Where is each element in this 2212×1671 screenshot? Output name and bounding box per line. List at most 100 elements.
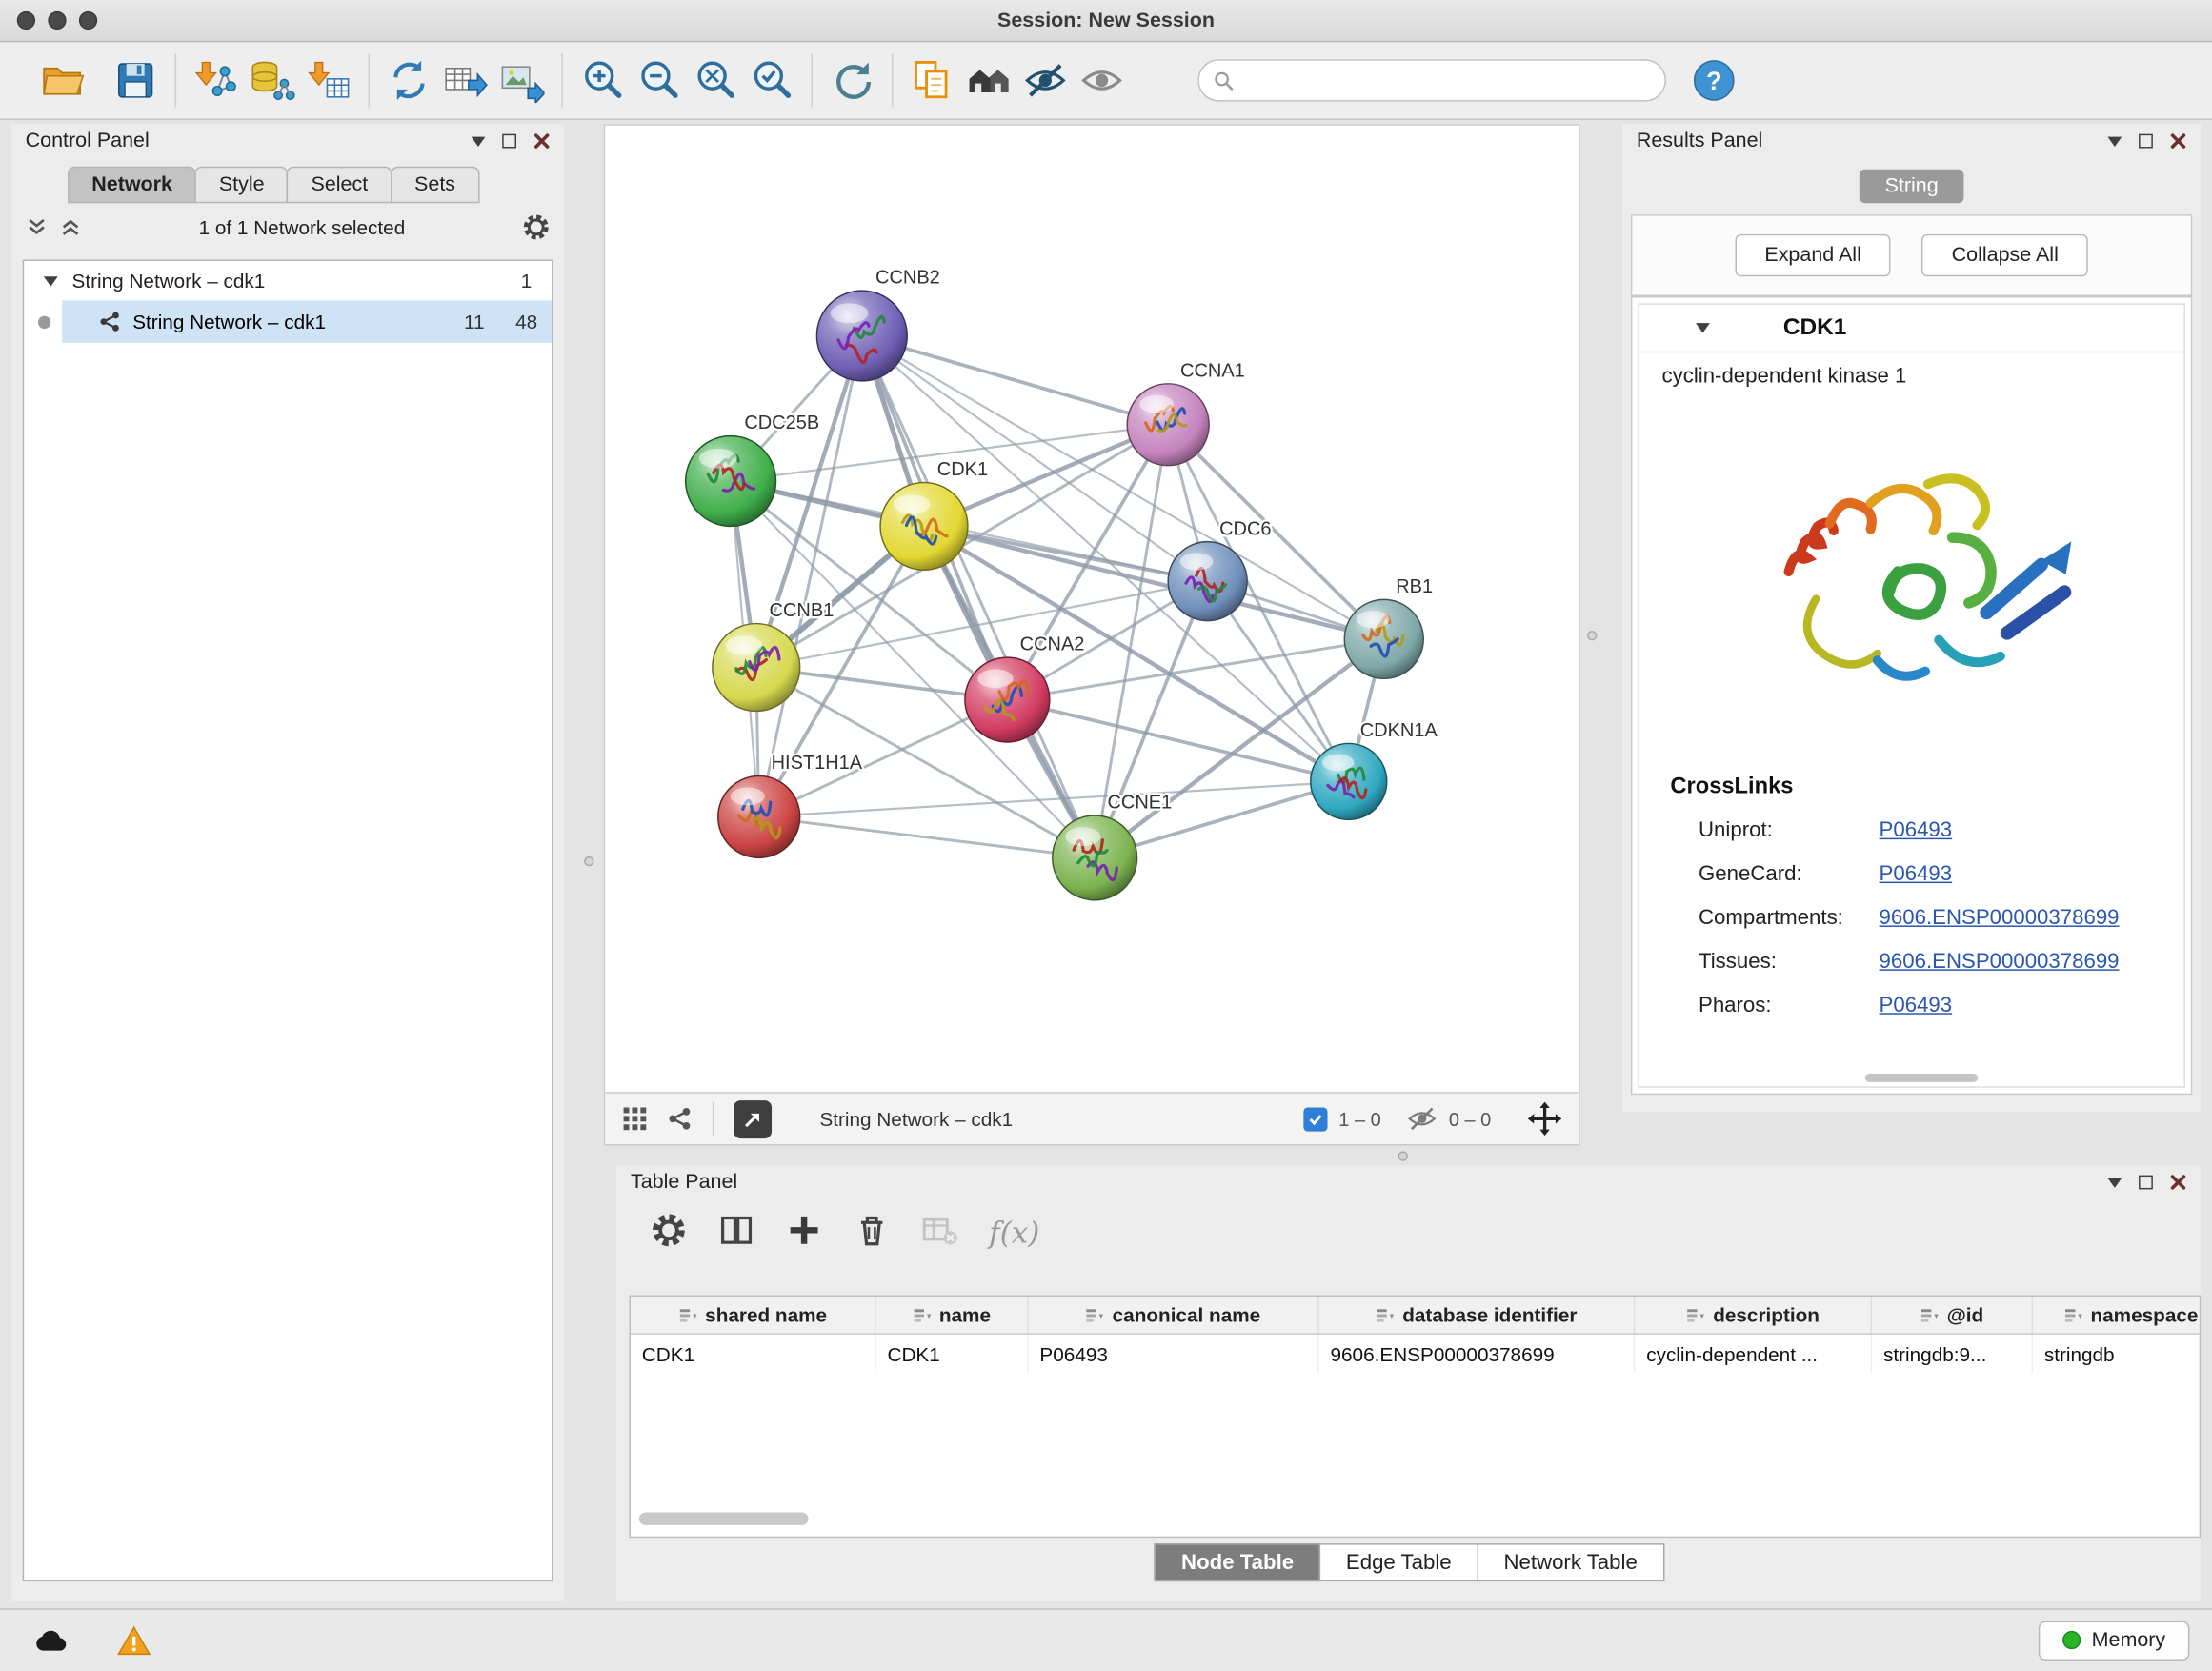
panel-menu-icon[interactable] [2107, 136, 2122, 146]
expand-all-button[interactable]: Expand All [1735, 234, 1891, 276]
import-table-file-button[interactable] [300, 52, 356, 109]
network-collection-row[interactable]: String Network – cdk1 1 [24, 261, 552, 300]
results-panel: Results Panel String Expand All Collapse… [1622, 124, 2201, 1112]
toolbar-separator [812, 53, 813, 107]
column-header[interactable]: name [876, 1297, 1029, 1334]
expand-all-icon[interactable] [59, 216, 82, 239]
pan-crosshair-icon[interactable] [1528, 1102, 1562, 1137]
search-input[interactable] [1243, 70, 1651, 91]
hide-selected-button[interactable] [1017, 52, 1074, 109]
column-header[interactable]: namespace [2033, 1297, 2201, 1334]
collection-expander-icon[interactable] [44, 276, 58, 286]
zoom-selected-button[interactable] [743, 52, 799, 109]
network-options-gear-icon[interactable] [522, 213, 551, 242]
column-header[interactable]: canonical name [1029, 1297, 1319, 1334]
network-glyph-icon[interactable] [667, 1106, 693, 1132]
hidden-eye-slash-icon[interactable] [1406, 1103, 1438, 1135]
crosslink-link[interactable]: 9606.ENSP00000378699 [1880, 950, 2120, 974]
control-panel-tabs: Network Style Select Sets [68, 167, 564, 204]
zoom-fit-button[interactable] [687, 52, 743, 109]
zoom-in-button[interactable] [574, 52, 631, 109]
function-builder-icon[interactable]: f(x) [989, 1217, 1039, 1251]
results-scrollbar[interactable] [1865, 1074, 1978, 1082]
tab-sets[interactable]: Sets [391, 167, 479, 204]
gene-name: CDK1 [1783, 314, 1847, 341]
tab-node-table[interactable]: Node Table [1155, 1543, 1320, 1581]
birds-eye-view-button[interactable] [734, 1099, 772, 1137]
collapse-all-button[interactable]: Collapse All [1922, 234, 2088, 276]
close-panel-icon[interactable] [2170, 1174, 2187, 1191]
bottom-splitter-handle[interactable] [1398, 1151, 1408, 1160]
image-export-icon [499, 58, 544, 103]
toolbar-separator [713, 1102, 714, 1137]
collapse-all-icon[interactable] [26, 216, 49, 239]
tab-network[interactable]: Network [68, 167, 196, 204]
close-panel-icon[interactable] [533, 132, 551, 150]
string-network-icon [99, 311, 122, 333]
float-panel-icon[interactable] [2139, 134, 2153, 149]
save-session-button[interactable] [108, 52, 164, 109]
panel-menu-icon[interactable] [472, 136, 486, 146]
network-node[interactable]: RB1 [1344, 576, 1433, 678]
save-floppy-icon [112, 58, 157, 103]
delete-column-icon[interactable] [854, 1211, 891, 1255]
protein-3d-structure[interactable] [1639, 408, 2184, 749]
refresh-button[interactable] [824, 52, 880, 109]
network-node[interactable]: CCNA1 [1127, 360, 1245, 465]
column-header[interactable]: description [1635, 1297, 1872, 1334]
gene-section-header[interactable]: CDK1 [1639, 305, 2184, 352]
create-column-icon[interactable] [786, 1211, 823, 1255]
network-node[interactable]: CDC6 [1168, 518, 1271, 620]
network-node[interactable]: CDKN1A [1311, 720, 1438, 819]
show-all-button[interactable] [1074, 52, 1130, 109]
home-button[interactable] [960, 52, 1016, 109]
copy-button[interactable] [904, 52, 960, 109]
show-columns-icon[interactable] [718, 1211, 755, 1255]
import-network-file-button[interactable] [188, 52, 244, 109]
memory-button[interactable]: Memory [2038, 1621, 2189, 1660]
import-network-database-button[interactable] [244, 52, 300, 109]
section-expander-icon[interactable] [1696, 323, 1710, 332]
crosslink-link[interactable]: 9606.ENSP00000378699 [1880, 906, 2120, 930]
crosslink-link[interactable]: P06493 [1880, 994, 1953, 1017]
column-header[interactable]: database identifier [1319, 1297, 1636, 1334]
warnings-button[interactable] [105, 1619, 164, 1661]
column-header[interactable]: @id [1872, 1297, 2033, 1334]
network-node[interactable]: CCNB2 [816, 268, 939, 381]
float-panel-icon[interactable] [502, 134, 516, 149]
network-node[interactable]: CDC25B [686, 413, 819, 526]
selected-network-highlight[interactable]: String Network – cdk1 11 48 [62, 300, 552, 342]
help-button[interactable]: ? [1686, 52, 1742, 109]
copy-documents-icon [910, 58, 955, 103]
tab-string[interactable]: String [1860, 170, 1963, 204]
open-session-button[interactable] [34, 52, 90, 109]
column-header[interactable]: shared name [631, 1297, 876, 1334]
zoom-out-button[interactable] [631, 52, 687, 109]
tab-network-table[interactable]: Network Table [1477, 1543, 1664, 1581]
tab-edge-table[interactable]: Edge Table [1319, 1543, 1478, 1581]
tab-style[interactable]: Style [195, 167, 289, 204]
grid-view-icon[interactable] [622, 1106, 648, 1132]
tab-select[interactable]: Select [287, 167, 392, 204]
selected-nodes-checkbox[interactable] [1303, 1107, 1327, 1131]
crosslink-link[interactable]: P06493 [1880, 818, 1953, 842]
close-panel-icon[interactable] [2170, 132, 2187, 150]
table-row[interactable]: CDK1CDK1P064939606.ENSP00000378699cyclin… [631, 1335, 2200, 1373]
left-splitter-handle[interactable] [584, 856, 593, 866]
export-table-button[interactable] [437, 52, 493, 109]
export-image-button[interactable] [493, 52, 550, 109]
crosslink-link[interactable]: P06493 [1880, 862, 1953, 886]
network-node[interactable]: HIST1H1A [718, 753, 863, 857]
node-label: RB1 [1396, 576, 1433, 597]
eye-slash-icon [1023, 58, 1068, 103]
network-tools-button[interactable] [381, 52, 437, 109]
network-canvas[interactable]: CCNB2CCNA1CDC25BCDK1CDC6RB1CCNB1CCNA2CDK… [605, 126, 1579, 1092]
table-options-gear-icon[interactable] [651, 1211, 688, 1255]
float-panel-icon[interactable] [2139, 1176, 2153, 1190]
panel-menu-icon[interactable] [2107, 1178, 2122, 1187]
table-horizontal-scrollbar[interactable] [639, 1513, 809, 1525]
cloud-status-button[interactable] [23, 1619, 82, 1661]
network-row[interactable]: String Network – cdk1 11 48 [24, 300, 552, 342]
crosslinks-list: Uniprot:P06493GeneCard:P06493Compartment… [1639, 809, 2184, 1028]
right-splitter-handle[interactable] [1587, 631, 1597, 640]
